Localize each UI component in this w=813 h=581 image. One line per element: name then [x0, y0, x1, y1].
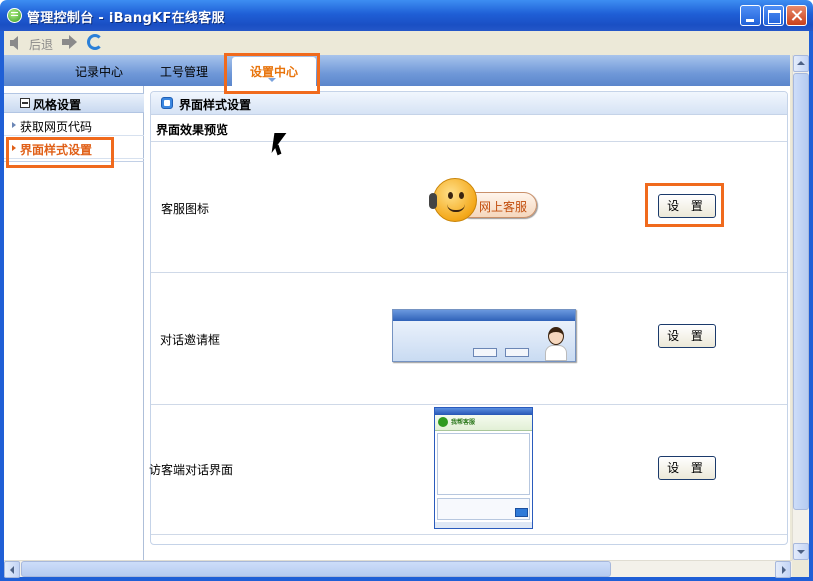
- visitor-send-icon: [515, 508, 528, 517]
- app-logo-icon: [7, 8, 22, 23]
- horizontal-scrollbar[interactable]: [4, 560, 792, 578]
- row-divider: [151, 272, 787, 273]
- visitor-logo-text: 我帮客服: [451, 419, 476, 426]
- tab-settings-label: 设置中心: [249, 65, 298, 79]
- bullet-arrow-icon: [12, 145, 16, 151]
- window-title: 管理控制台 - iBangKF在线客服: [27, 11, 225, 26]
- smiley-headset-icon: [433, 178, 477, 222]
- maximize-button[interactable]: [763, 5, 784, 26]
- panel-header: 界面样式设置: [151, 92, 787, 115]
- nav-tabs: 记录中心 工号管理 设置中心: [4, 55, 790, 86]
- row-label-invite-dialog: 对话邀请框: [160, 333, 221, 347]
- row-label-service-icon: 客服图标: [161, 202, 210, 216]
- title-bar[interactable]: 管理控制台 - iBangKF在线客服: [0, 0, 813, 31]
- agent-body: [545, 345, 567, 361]
- scroll-up-icon[interactable]: [793, 55, 809, 72]
- row-divider: [151, 534, 787, 535]
- minimize-button[interactable]: [740, 5, 761, 26]
- row-divider: [151, 141, 787, 142]
- sidebar: 风格设置 获取网页代码 界面样式设置: [4, 86, 144, 560]
- service-icon-text: 网上客服: [479, 200, 528, 214]
- sidebar-item-style-settings[interactable]: 界面样式设置: [4, 137, 144, 159]
- visitor-header: 我帮客服: [435, 415, 532, 431]
- panel-icon: [161, 97, 173, 109]
- scroll-left-icon[interactable]: [4, 561, 20, 578]
- back-arrow-icon[interactable]: [10, 36, 18, 50]
- sidebar-item-get-code[interactable]: 获取网页代码: [4, 114, 144, 136]
- vertical-scrollbar[interactable]: [792, 55, 809, 560]
- tab-settings-center[interactable]: 设置中心: [232, 57, 316, 86]
- row-divider: [151, 404, 787, 405]
- set-service-icon-button[interactable]: 设 置: [658, 194, 716, 218]
- eye-icon: [448, 192, 453, 199]
- agent-head: [548, 327, 564, 345]
- mouth-icon: [447, 204, 465, 212]
- collapse-icon[interactable]: [20, 98, 30, 108]
- tab-caret-icon: [268, 78, 276, 82]
- vertical-scroll-thumb[interactable]: [793, 73, 809, 510]
- scroll-down-icon[interactable]: [793, 543, 809, 560]
- agent-avatar-icon: [543, 325, 569, 361]
- visitor-status-bar: [435, 522, 532, 528]
- sidebar-item-label: 获取网页代码: [20, 120, 93, 134]
- sidebar-section-title: 风格设置: [33, 98, 82, 112]
- visitor-title-bar: [435, 408, 532, 415]
- panel-title: 界面样式设置: [179, 98, 252, 112]
- visitor-dialog-preview: 我帮客服: [434, 407, 533, 529]
- preview-label: 界面效果预览: [156, 123, 229, 137]
- invite-title-bar: [393, 310, 575, 321]
- sidebar-divider: [4, 161, 144, 162]
- invite-decline-mini-button: [505, 348, 529, 357]
- scroll-right-icon[interactable]: [775, 561, 791, 578]
- style-settings-panel: 界面样式设置 界面效果预览 客服图标 网上客服 设 置 对话邀请框 设 置 访客…: [149, 91, 788, 545]
- invite-dialog-preview: [392, 309, 576, 362]
- tab-record-center[interactable]: 记录中心: [75, 63, 123, 80]
- tab-worker-management[interactable]: 工号管理: [160, 63, 208, 80]
- set-invite-dialog-button[interactable]: 设 置: [658, 324, 716, 348]
- bullet-arrow-icon: [12, 122, 16, 128]
- sidebar-item-label: 界面样式设置: [20, 143, 93, 157]
- row-label-visitor-dialog: 访客端对话界面: [149, 463, 234, 477]
- service-icon-preview: 网上客服: [429, 178, 541, 228]
- eye-icon: [459, 192, 464, 199]
- back-button[interactable]: 后退: [29, 36, 53, 53]
- horizontal-scroll-thumb[interactable]: [21, 561, 611, 577]
- refresh-icon[interactable]: [87, 34, 103, 50]
- toolbar: 后退: [4, 31, 809, 55]
- invite-body: [393, 321, 575, 361]
- headset-icon: [429, 193, 437, 209]
- sidebar-section-header[interactable]: 风格设置: [4, 93, 144, 113]
- set-visitor-dialog-button[interactable]: 设 置: [658, 456, 716, 480]
- forward-arrow-icon[interactable]: [62, 35, 77, 49]
- size-grip[interactable]: [792, 560, 809, 577]
- close-button[interactable]: [786, 5, 807, 26]
- visitor-message-area: [437, 433, 530, 495]
- visitor-logo-icon: [438, 417, 448, 427]
- invite-accept-mini-button: [473, 348, 497, 357]
